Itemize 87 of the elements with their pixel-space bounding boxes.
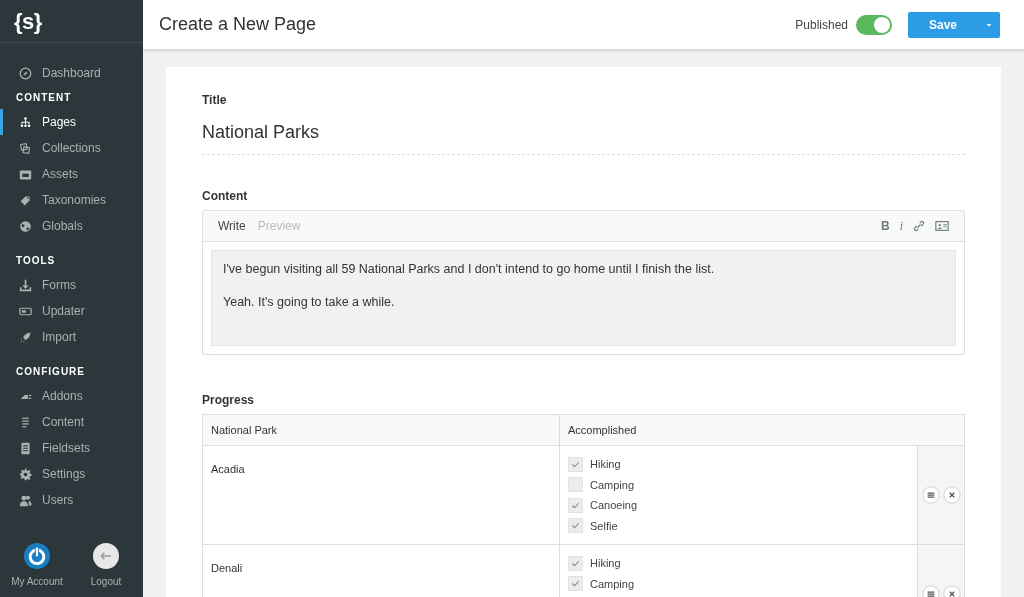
- checkbox[interactable]: [568, 456, 583, 472]
- footer-link[interactable]: Logout: [90, 574, 122, 589]
- check-icon: [571, 500, 580, 510]
- item-label: Import: [42, 329, 76, 346]
- link-icon[interactable]: [913, 220, 925, 232]
- checkbox[interactable]: [568, 497, 583, 513]
- sidebar-item[interactable]: Collections: [0, 135, 143, 161]
- park-name: Acadia: [211, 463, 245, 475]
- sidebar-item[interactable]: Globals: [0, 213, 143, 239]
- tag-icon: [19, 193, 32, 207]
- save-button[interactable]: Save: [908, 11, 978, 38]
- item-label: Assets: [42, 166, 78, 183]
- italic-button[interactable]: i: [899, 217, 903, 235]
- checkbox[interactable]: [568, 518, 583, 534]
- sidebar-item[interactable]: Content: [0, 409, 143, 435]
- sidebar-item[interactable]: Updater: [0, 298, 143, 324]
- section-heading: TOOLS: [15, 254, 57, 268]
- close-icon[interactable]: [942, 585, 961, 597]
- sitemap-icon: [19, 115, 32, 129]
- title-field[interactable]: National Parks: [202, 119, 965, 155]
- checkbox[interactable]: [568, 555, 583, 571]
- item-label: Fieldsets: [42, 440, 91, 457]
- sidebar-item[interactable]: Pages: [0, 109, 143, 135]
- field-label: Progress: [202, 392, 256, 409]
- sidebar-item[interactable]: Assets: [0, 161, 143, 187]
- page-title: Create a New Page: [159, 13, 317, 36]
- checkbox-label: Camping: [590, 477, 635, 493]
- item-label: Globals: [42, 218, 83, 235]
- download-icon: [19, 278, 32, 292]
- item-label: Pages: [42, 114, 77, 131]
- users-icon: [19, 493, 32, 507]
- section-heading: CONTENT: [15, 91, 73, 105]
- dropdown-button[interactable]: [978, 11, 1000, 38]
- sidebar-item[interactable]: Addons: [0, 383, 143, 409]
- copies-icon: [19, 141, 32, 155]
- image-icon[interactable]: [935, 219, 949, 233]
- bold-button[interactable]: B: [881, 217, 890, 235]
- item-label: Forms: [42, 277, 76, 294]
- checkbox-label: Camping: [590, 576, 635, 592]
- item-label: Content: [42, 414, 85, 431]
- item-label: Settings: [42, 466, 86, 483]
- column-header: Accomplished: [567, 422, 638, 438]
- sidebar-item[interactable]: Forms: [0, 272, 143, 298]
- check-icon: [571, 459, 580, 469]
- document-icon: [19, 441, 32, 455]
- field-label: Title: [202, 92, 228, 109]
- item-label: Addons: [42, 388, 83, 405]
- item-label: Dashboard: [42, 65, 101, 82]
- column-header: National Park: [203, 415, 560, 445]
- close-icon[interactable]: [942, 486, 961, 504]
- section-heading: CONFIGURE: [15, 365, 86, 379]
- gear-icon: [19, 467, 32, 481]
- toggle-label: Published: [795, 16, 848, 34]
- item-label: Users: [42, 492, 74, 509]
- checkbox-label: Hiking: [590, 457, 621, 472]
- park-name: Denali: [211, 562, 243, 574]
- item-label: Taxonomies: [42, 192, 107, 209]
- sidebar-item[interactable]: Users: [0, 487, 143, 513]
- text-area[interactable]: I've begun visiting all 59 National Parks and I don't intend to go home until I finish the list. Yeah. It's going to take a while.: [211, 250, 956, 346]
- sidebar-item[interactable]: Dashboard: [0, 60, 143, 86]
- checkbox[interactable]: [568, 477, 583, 493]
- globe-icon: [19, 219, 32, 233]
- sidebar-item[interactable]: Taxonomies: [0, 187, 143, 213]
- field-label: Content: [202, 188, 249, 205]
- compass-icon: [19, 66, 32, 80]
- list-icon: [19, 415, 32, 429]
- checkbox-label: Hiking: [590, 556, 621, 571]
- checkbox-label: Canoeing: [590, 498, 638, 513]
- image-box-icon: [19, 167, 32, 181]
- item-label: Collections: [42, 140, 101, 157]
- sidebar-item[interactable]: Settings: [0, 461, 143, 487]
- rocket-icon: [19, 330, 32, 344]
- checkbox[interactable]: [568, 576, 583, 592]
- power-icon: [24, 543, 50, 569]
- checkbox-label: Selfie: [590, 518, 618, 534]
- editor-tab[interactable]: Write: [218, 217, 246, 235]
- sidebar-item[interactable]: Import: [0, 324, 143, 350]
- check-icon: [571, 558, 580, 568]
- published-toggle[interactable]: [856, 14, 892, 35]
- logo[interactable]: {s}: [14, 4, 42, 38]
- check-icon: [571, 521, 580, 531]
- reorder-icon[interactable]: [921, 486, 940, 504]
- check-icon: [571, 579, 580, 589]
- footer-link[interactable]: My Account: [11, 574, 63, 589]
- item-label: Updater: [42, 303, 85, 320]
- sidebar-item[interactable]: Fieldsets: [0, 435, 143, 461]
- reorder-icon[interactable]: [921, 585, 940, 597]
